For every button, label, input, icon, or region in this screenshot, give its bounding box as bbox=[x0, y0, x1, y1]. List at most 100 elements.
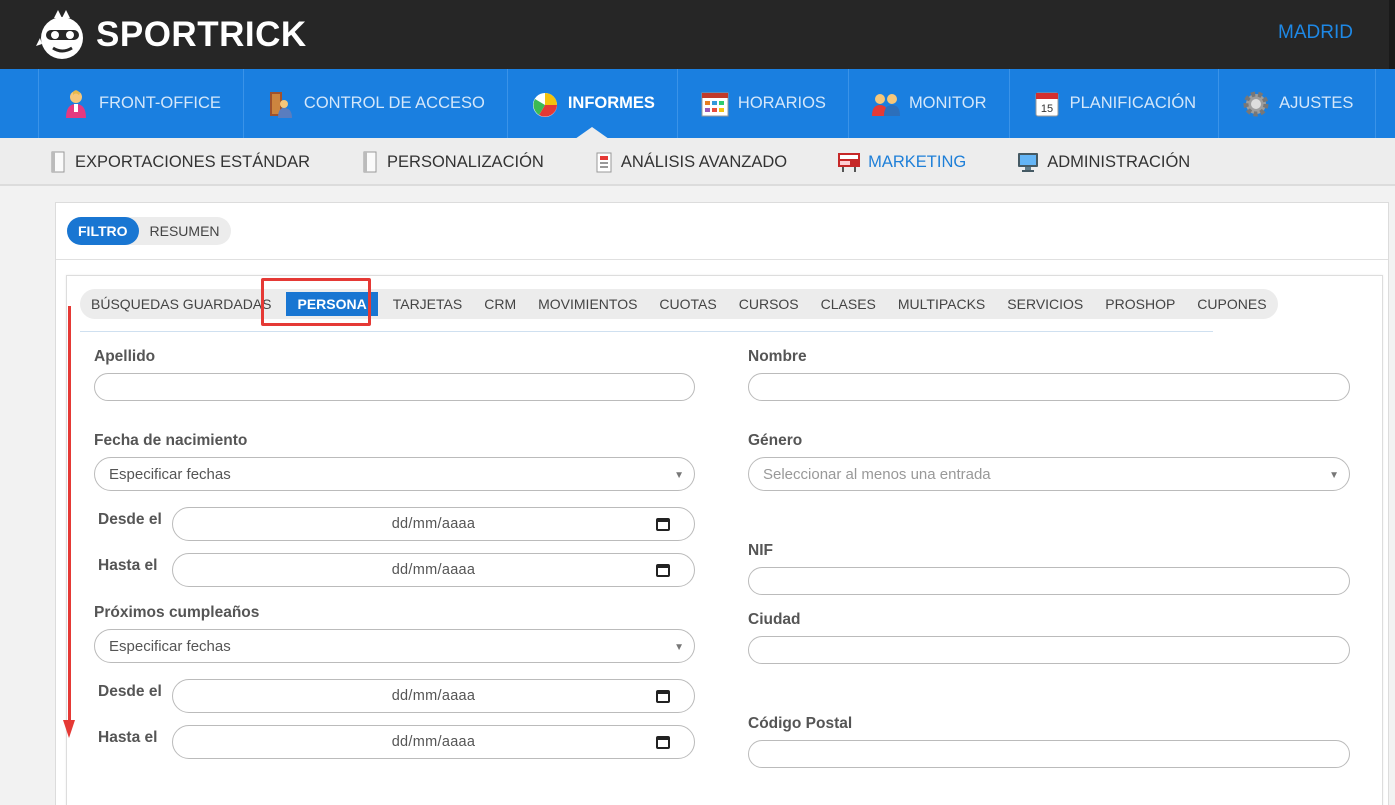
tab-cuotas[interactable]: CUOTAS bbox=[648, 289, 727, 319]
tab-filtro[interactable]: FILTRO bbox=[67, 217, 139, 245]
document-icon bbox=[363, 151, 377, 173]
pie-chart-icon bbox=[532, 92, 557, 117]
nav-item-label: HORARIOS bbox=[737, 94, 826, 112]
dropdown-arrow-icon: ▼ bbox=[674, 470, 684, 481]
logo[interactable]: SPORTRICK bbox=[36, 8, 307, 62]
genero-select[interactable]: Seleccionar al menos una entrada ▼ bbox=[748, 457, 1350, 491]
select-value: Especificar fechas bbox=[109, 465, 231, 483]
top-bar: SPORTRICK MADRID bbox=[0, 0, 1395, 69]
nav-item-label: FRONT-OFFICE bbox=[99, 94, 221, 112]
date-placeholder: dd/mm/aaaa bbox=[391, 688, 476, 704]
tab-multipacks[interactable]: MULTIPACKS bbox=[887, 289, 996, 319]
main-navigation: FRONT-OFFICE CONTROL DE ACCESO INFORMES bbox=[0, 69, 1395, 139]
tab-resumen[interactable]: RESUMEN bbox=[139, 217, 231, 245]
annotation-arrow-line bbox=[68, 306, 71, 724]
document-icon bbox=[51, 151, 65, 173]
person-icon bbox=[66, 89, 86, 118]
nav-item-informes[interactable]: INFORMES bbox=[506, 69, 677, 139]
ciudad-input[interactable] bbox=[748, 636, 1350, 664]
codigo-postal-input[interactable] bbox=[748, 740, 1350, 768]
hasta-label: Hasta el bbox=[98, 557, 158, 574]
tab-tarjetas[interactable]: TARJETAS bbox=[382, 289, 474, 319]
calendar-grid-icon bbox=[701, 92, 729, 116]
subnav-item-label: PERSONALIZACIÓN bbox=[387, 152, 544, 171]
subnav-item-label: MARKETING bbox=[868, 152, 967, 171]
tab-servicios[interactable]: SERVICIOS bbox=[996, 289, 1094, 319]
select-value: Especificar fechas bbox=[109, 637, 231, 655]
desde-label: Desde el bbox=[98, 511, 162, 528]
subnav-item-label: ANÁLISIS AVANZADO bbox=[620, 152, 788, 171]
svg-text:15: 15 bbox=[1040, 103, 1052, 115]
location-selector[interactable]: MADRID bbox=[1278, 22, 1353, 44]
scrollbar-edge bbox=[1389, 0, 1395, 69]
dropdown-arrow-icon: ▼ bbox=[1329, 470, 1339, 481]
annotation-highlight-box bbox=[261, 278, 371, 326]
nombre-label: Nombre bbox=[748, 348, 807, 365]
report-icon bbox=[596, 152, 612, 173]
cumpleanos-desde-input[interactable]: dd/mm/aaaa bbox=[172, 679, 695, 713]
tab-movimientos[interactable]: MOVIMIENTOS bbox=[527, 289, 648, 319]
proximos-cumpleanos-label: Próximos cumpleaños bbox=[94, 604, 260, 621]
tab-clases[interactable]: CLASES bbox=[810, 289, 887, 319]
subnav-item-exportaciones[interactable]: EXPORTACIONES ESTÁNDAR bbox=[48, 138, 310, 186]
tab-cupones[interactable]: CUPONES bbox=[1186, 289, 1277, 319]
report-panel: FILTRO RESUMEN BÚSQUEDAS GUARDADAS PERSO… bbox=[55, 202, 1389, 805]
nav-item-front-office[interactable]: FRONT-OFFICE bbox=[38, 69, 243, 138]
codigo-postal-label: Código Postal bbox=[748, 715, 853, 732]
subnav-item-administracion[interactable]: ADMINISTRACIÓN bbox=[1016, 138, 1190, 186]
dropdown-arrow-icon: ▼ bbox=[674, 642, 684, 653]
monitor-icon bbox=[1018, 153, 1039, 172]
nav-item-label: INFORMES bbox=[567, 94, 655, 112]
fecha-nacimiento-select[interactable]: Especificar fechas ▼ bbox=[94, 457, 695, 491]
filter-category-tabs: BÚSQUEDAS GUARDADAS PERSONA TARJETAS CRM… bbox=[80, 289, 1278, 319]
date-placeholder: dd/mm/aaaa bbox=[391, 734, 476, 750]
nav-item-control-acceso[interactable]: CONTROL DE ACCESO bbox=[242, 69, 507, 138]
calendar-icon[interactable] bbox=[656, 736, 670, 749]
panel-tabs: FILTRO RESUMEN bbox=[67, 217, 231, 245]
date-placeholder: dd/mm/aaaa bbox=[391, 516, 476, 532]
subnav-item-analisis-avanzado[interactable]: ANÁLISIS AVANZADO bbox=[594, 138, 787, 186]
fecha-nacimiento-label: Fecha de nacimiento bbox=[94, 432, 248, 449]
gear-icon bbox=[1243, 91, 1269, 116]
nif-label: NIF bbox=[748, 542, 773, 559]
nif-input[interactable] bbox=[748, 567, 1350, 595]
tab-crm[interactable]: CRM bbox=[473, 289, 527, 319]
nav-item-ajustes[interactable]: AJUSTES bbox=[1218, 69, 1377, 138]
nav-item-monitor[interactable]: MONITOR bbox=[847, 69, 1009, 138]
marketing-board-icon bbox=[838, 153, 861, 172]
logo-text: SPORTRICK bbox=[96, 15, 307, 54]
annotation-arrow-head-icon bbox=[63, 720, 75, 738]
apellido-input[interactable] bbox=[94, 373, 695, 401]
nav-item-label: MONITOR bbox=[908, 94, 987, 112]
access-door-icon bbox=[269, 91, 292, 118]
calendar-icon[interactable] bbox=[656, 518, 670, 531]
nav-item-planificacion[interactable]: 15 PLANIFICACIÓN bbox=[1008, 69, 1219, 138]
nav-item-label: PLANIFICACIÓN bbox=[1069, 94, 1197, 112]
divider bbox=[56, 259, 1388, 260]
fecha-nacimiento-desde-input[interactable]: dd/mm/aaaa bbox=[172, 507, 695, 541]
tab-busquedas-guardadas[interactable]: BÚSQUEDAS GUARDADAS bbox=[80, 289, 282, 319]
fecha-nacimiento-hasta-input[interactable]: dd/mm/aaaa bbox=[172, 553, 695, 587]
proximos-cumpleanos-select[interactable]: Especificar fechas ▼ bbox=[94, 629, 695, 663]
tab-cursos[interactable]: CURSOS bbox=[728, 289, 810, 319]
ciudad-label: Ciudad bbox=[748, 611, 801, 628]
calendar-icon[interactable] bbox=[656, 690, 670, 703]
people-group-icon bbox=[871, 93, 900, 116]
calendar-icon[interactable] bbox=[656, 564, 670, 577]
nav-item-label: AJUSTES bbox=[1279, 94, 1354, 112]
subnav-item-personalizacion[interactable]: PERSONALIZACIÓN bbox=[360, 138, 544, 186]
subnav-item-marketing[interactable]: MARKETING bbox=[837, 138, 966, 186]
tab-proshop[interactable]: PROSHOP bbox=[1094, 289, 1186, 319]
nombre-input[interactable] bbox=[748, 373, 1350, 401]
select-placeholder: Seleccionar al menos una entrada bbox=[763, 465, 991, 483]
nav-item-horarios[interactable]: HORARIOS bbox=[676, 69, 848, 138]
hasta-label: Hasta el bbox=[98, 729, 158, 746]
cumpleanos-hasta-input[interactable]: dd/mm/aaaa bbox=[172, 725, 695, 759]
apellido-label: Apellido bbox=[94, 348, 156, 365]
tabs-underline bbox=[80, 331, 1213, 332]
subnav-item-label: EXPORTACIONES ESTÁNDAR bbox=[75, 152, 311, 171]
desde-label: Desde el bbox=[98, 683, 162, 700]
sub-navigation: EXPORTACIONES ESTÁNDAR PERSONALIZACIÓN A… bbox=[0, 138, 1395, 186]
nav-item-label: CONTROL DE ACCESO bbox=[303, 94, 485, 112]
calendar-15-icon: 15 bbox=[1035, 92, 1059, 116]
